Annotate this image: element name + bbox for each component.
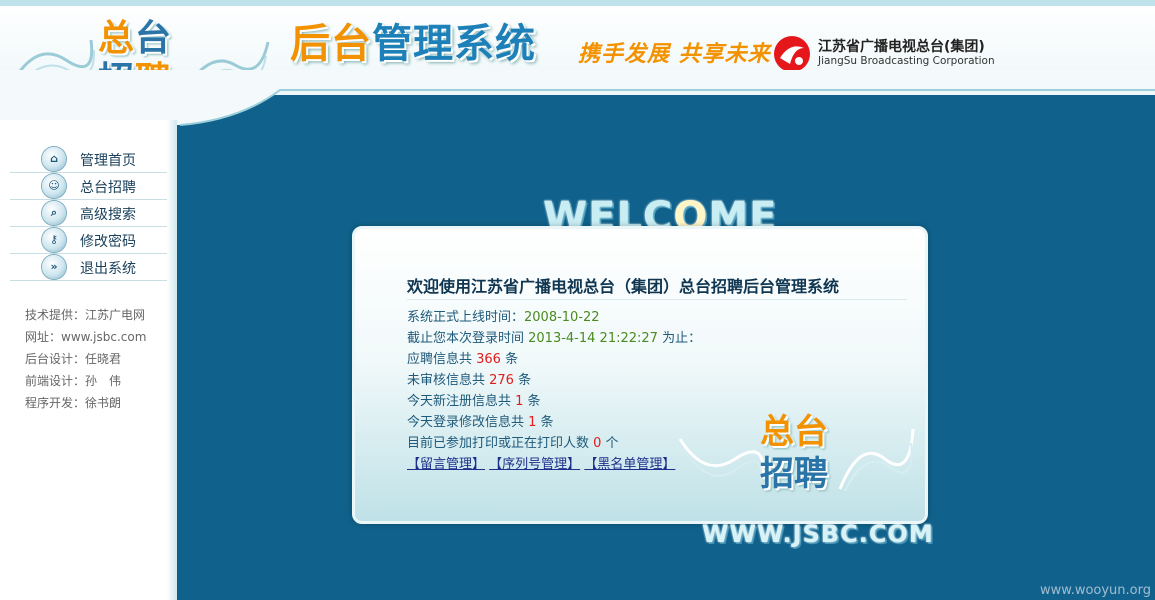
- stat-suffix: 为止：: [657, 331, 702, 346]
- site-url-banner: WWW.JSBC.COM: [702, 520, 934, 548]
- message-management-link[interactable]: 【留言管理】: [407, 457, 485, 472]
- login-time-row: 截止您本次登录时间 2013-4-14 21:22:27 为止：: [407, 328, 701, 349]
- system-title-part: 管理系统: [372, 21, 536, 67]
- sidebar-item-label: 管理首页: [80, 153, 136, 169]
- welcome-card: 欢迎使用江苏省广播电视总台（集团）总台招聘后台管理系统 系统正式上线时间：200…: [352, 226, 928, 524]
- exit-icon: »: [42, 255, 66, 279]
- stat-label: 应聘信息共: [407, 352, 477, 367]
- stat-label: 今天登录修改信息共: [407, 415, 529, 430]
- card-recruitment-logo: 总台 招聘: [760, 411, 828, 495]
- sidebar-item-change-password[interactable]: ⚷ 修改密码: [10, 227, 172, 254]
- sidebar-item-logout[interactable]: » 退出系统: [10, 254, 172, 281]
- sidebar-nav: ⌂ 管理首页 ☺ 总台招聘 ⌕ 高级搜索 ⚷ 修改密码 » 退出系统: [10, 146, 172, 281]
- key-icon: ⚷: [42, 228, 66, 252]
- print-count-row: 目前已参加打印或正在打印人数 0 个: [407, 433, 701, 454]
- stat-unit: 条: [513, 373, 532, 388]
- system-title: 后台管理系统: [290, 20, 536, 68]
- stat-label: 今天新注册信息共: [407, 394, 516, 409]
- online-date-value: 2008-10-22: [524, 310, 600, 325]
- header-top-strip: [0, 0, 1155, 6]
- home-icon: ⌂: [42, 147, 66, 171]
- people-icon: ☺: [42, 174, 66, 198]
- corp-name-en: JiangSu Broadcasting Corporation: [818, 55, 995, 67]
- credit-frontend-design: 前端设计：孙 伟: [25, 374, 122, 388]
- credit-url: 网址：www.jsbc.com: [25, 330, 147, 344]
- serial-management-link[interactable]: 【序列号管理】: [489, 457, 580, 472]
- logo-char: 总: [98, 18, 136, 59]
- logo-char: 台: [135, 18, 173, 59]
- card-title: 欢迎使用江苏省广播电视总台（集团）总台招聘后台管理系统: [407, 277, 840, 296]
- blacklist-management-link[interactable]: 【黑名单管理】: [584, 457, 675, 472]
- ribbon-decoration-icon: [678, 438, 765, 482]
- stats-list: 系统正式上线时间：2008-10-22 截止您本次登录时间 2013-4-14 …: [407, 307, 701, 475]
- stat-unit: 条: [523, 394, 541, 409]
- sidebar-item-label: 高级搜索: [80, 207, 136, 223]
- divider: [407, 299, 907, 300]
- sidebar-item-label: 退出系统: [80, 261, 136, 277]
- sidebar: ⌂ 管理首页 ☺ 总台招聘 ⌕ 高级搜索 ⚷ 修改密码 » 退出系统 技术提供：…: [0, 120, 177, 600]
- sidebar-item-home[interactable]: ⌂ 管理首页: [10, 146, 172, 173]
- unreviewed-count-value: 276: [489, 373, 514, 388]
- stat-label: 目前已参加打印或正在打印人数: [407, 436, 594, 451]
- watermark: www.wooyun.org: [1039, 583, 1151, 598]
- stat-unit: 条: [536, 415, 554, 430]
- stat-unit: 个: [601, 436, 619, 451]
- stat-label: 截止您本次登录时间: [407, 331, 529, 346]
- online-date-row: 系统正式上线时间：2008-10-22: [407, 307, 701, 328]
- card-logo-text: 招聘: [760, 454, 828, 494]
- sidebar-item-advanced-search[interactable]: ⌕ 高级搜索: [10, 200, 172, 227]
- system-title-part: 后台: [290, 21, 372, 67]
- apply-count-value: 366: [476, 352, 501, 367]
- credit-developer: 程序开发：徐书朗: [25, 396, 122, 410]
- credit-backend-design: 后台设计：任晓君: [25, 352, 122, 366]
- stat-label: 未审核信息共: [407, 373, 490, 388]
- sidebar-item-label: 修改密码: [80, 234, 136, 250]
- search-icon: ⌕: [42, 201, 66, 225]
- modified-today-row: 今天登录修改信息共 1 条: [407, 412, 701, 433]
- apply-count-row: 应聘信息共 366 条: [407, 349, 701, 370]
- ribbon-decoration-icon: [838, 428, 915, 492]
- admin-links: 【留言管理】 【序列号管理】 【黑名单管理】: [407, 454, 701, 475]
- jsbc-logo-icon: [774, 36, 810, 72]
- sidebar-item-label: 总台招聘: [80, 180, 136, 196]
- sidebar-item-recruitment[interactable]: ☺ 总台招聘: [10, 173, 172, 200]
- new-registration-row: 今天新注册信息共 1 条: [407, 391, 701, 412]
- stat-label: 系统正式上线时间：: [407, 310, 525, 325]
- login-time-value: 2013-4-14 21:22:27: [528, 331, 658, 346]
- credits: 技术提供：江苏广电网 网址：www.jsbc.com 后台设计：任晓君 前端设计…: [25, 304, 146, 414]
- credit-tech: 技术提供：江苏广电网: [25, 308, 146, 322]
- unreviewed-count-row: 未审核信息共 276 条: [407, 370, 701, 391]
- card-logo-text: 总台: [760, 412, 828, 452]
- corp-name-cn: 江苏省广播电视总台(集团): [818, 39, 985, 55]
- slogan: 携手发展 共享未来: [578, 42, 771, 67]
- stat-unit: 条: [500, 352, 519, 367]
